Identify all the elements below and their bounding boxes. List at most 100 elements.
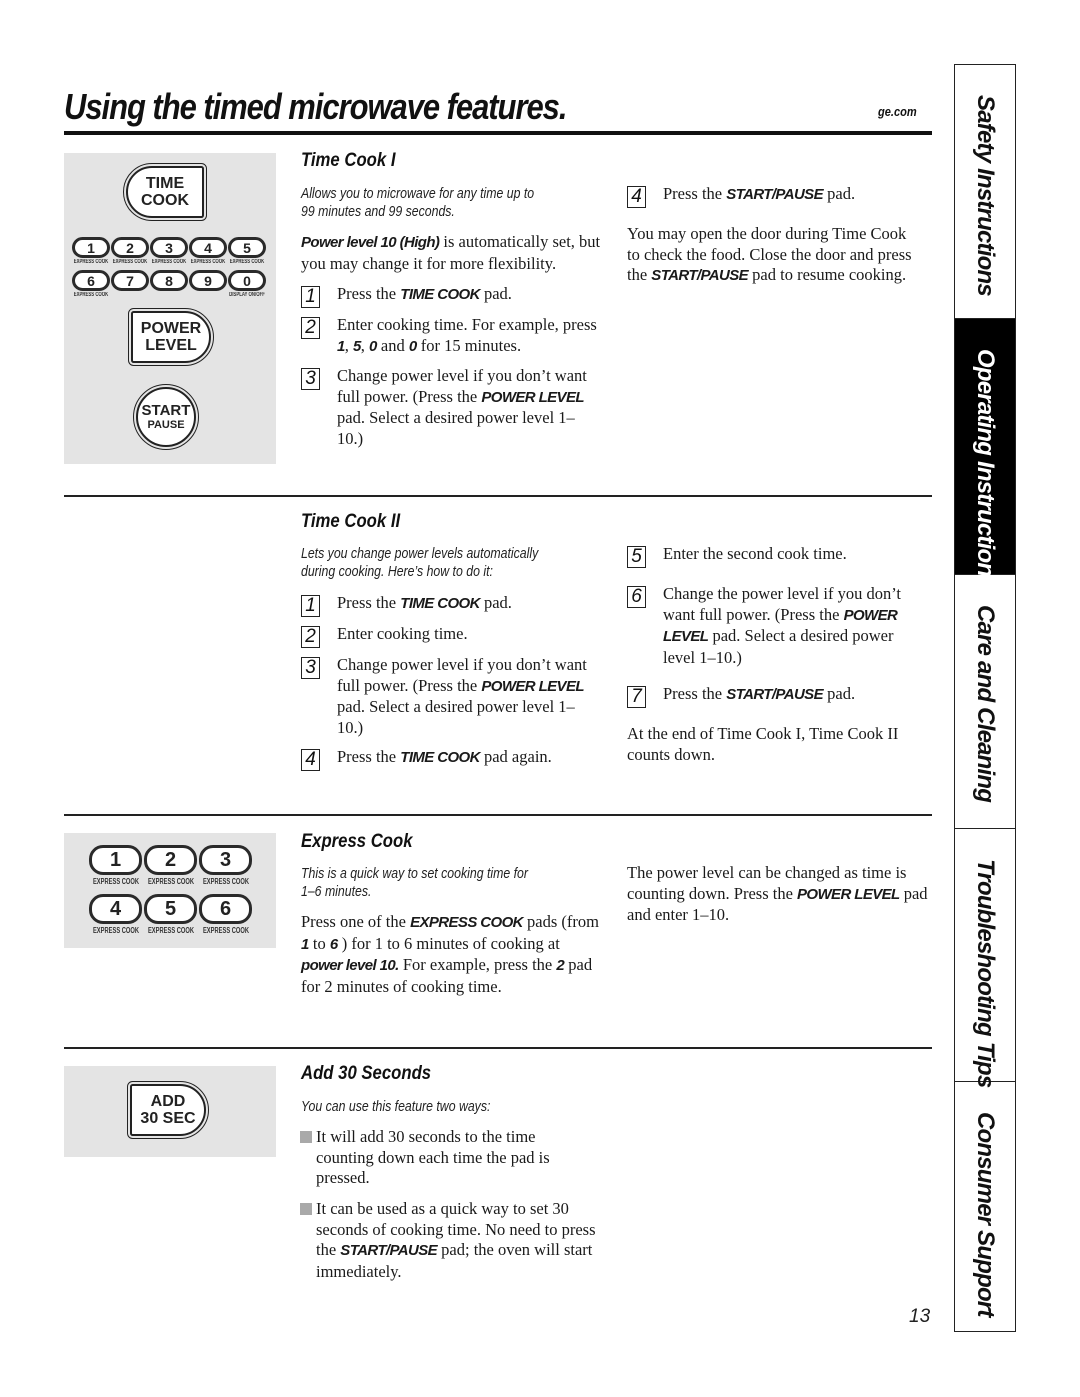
key-caption: EXPRESS COOK xyxy=(190,259,226,265)
power-level-pad[interactable]: POWER LEVEL xyxy=(128,308,214,366)
keyword: 2 xyxy=(556,957,565,974)
time-cook-pad[interactable]: TIME COOK xyxy=(123,163,207,221)
key-digit: 1 xyxy=(87,239,95,256)
step-number-badge: 4 xyxy=(627,186,646,208)
keyword: 1 xyxy=(337,337,345,355)
section-heading-add-30-seconds: Add 30 Seconds xyxy=(301,1063,432,1084)
section-intro: Allows you to microwave for any time up … xyxy=(301,185,572,221)
key-digit: 5 xyxy=(164,897,177,920)
tab-operating-instructions[interactable]: Operating Instructions xyxy=(955,319,1015,589)
page-title: Using the timed microwave features. xyxy=(64,86,567,127)
section-heading-time-cook-1: Time Cook I xyxy=(301,150,396,171)
tab-safety-instructions[interactable]: Safety Instructions xyxy=(955,65,1015,319)
keypad-illustration-express: 1 2 3 EXPRESS COOK EXPRESS COOK EXPRESS … xyxy=(64,833,276,948)
text: Press the xyxy=(663,184,727,203)
key-caption: EXPRESS COOK xyxy=(92,926,140,935)
text: For example, press the xyxy=(398,955,557,974)
number-key-1[interactable]: 1 xyxy=(72,237,110,258)
intro-line: 99 minutes and 99 seconds. xyxy=(301,203,455,220)
text: pad again. xyxy=(479,747,552,766)
number-key-8[interactable]: 8 xyxy=(150,270,188,291)
key-digit: 0 xyxy=(243,272,251,289)
express-key-6[interactable]: 6 xyxy=(199,894,252,924)
step-number-badge: 1 xyxy=(301,595,320,617)
section-divider xyxy=(64,495,932,497)
express-key-5[interactable]: 5 xyxy=(144,894,197,924)
step-text: Change power level if you don’t want ful… xyxy=(337,655,595,738)
key-caption: EXPRESS COOK xyxy=(202,926,250,935)
tab-consumer-support[interactable]: Consumer Support xyxy=(955,1082,1015,1331)
site-link[interactable]: ge.com xyxy=(878,104,917,119)
step-item: 4 Press the START/PAUSE pad. xyxy=(627,184,927,208)
key-digit: 2 xyxy=(164,848,177,871)
key-caption: EXPRESS COOK xyxy=(73,292,109,298)
keyword: EXPRESS COOK xyxy=(410,914,523,931)
key-caption: EXPRESS COOK xyxy=(112,259,148,265)
key-digit: 5 xyxy=(243,239,251,256)
section-divider xyxy=(64,814,932,816)
tab-care-and-cleaning[interactable]: Care and Cleaning xyxy=(955,575,1015,829)
key-digit: 7 xyxy=(126,272,134,289)
express-cook-note: The power level can be changed as time i… xyxy=(627,863,937,926)
step-text: Enter the second cook time. xyxy=(663,544,847,563)
step-number-badge: 1 xyxy=(301,286,320,308)
express-key-1[interactable]: 1 xyxy=(89,845,142,875)
intro-line: during cooking. Here’s how to do it: xyxy=(301,563,493,580)
door-note: You may open the door during Time Cook t… xyxy=(627,224,917,287)
step-item: 7 Press the START/PAUSE pad. xyxy=(627,684,927,708)
key-digit: 9 xyxy=(204,272,212,289)
number-key-5[interactable]: 5 xyxy=(228,237,266,258)
step-number-badge: 4 xyxy=(301,749,320,771)
text: pad. xyxy=(823,184,856,203)
bullet-item: It can be used as a quick way to set 30 … xyxy=(300,1199,600,1282)
keyword: START/PAUSE xyxy=(726,186,823,203)
number-key-2[interactable]: 2 xyxy=(111,237,149,258)
tab-label: Operating Instructions xyxy=(972,349,999,589)
text: pad to resume cooking. xyxy=(748,265,907,284)
add-30-sec-pad[interactable]: ADD 30 SEC xyxy=(127,1081,209,1139)
text: Enter cooking time. For example, press xyxy=(337,315,597,334)
step-text: Press the TIME COOK pad again. xyxy=(337,747,552,771)
key-caption: EXPRESS COOK xyxy=(147,877,195,886)
tab-label: Troubleshooting Tips xyxy=(972,859,999,1088)
express-key-4[interactable]: 4 xyxy=(89,894,142,924)
step-item: 4 Press the TIME COOK pad again. xyxy=(301,747,601,771)
express-key-2[interactable]: 2 xyxy=(144,845,197,875)
text: , xyxy=(344,335,353,355)
keypad-illustration-add30: ADD 30 SEC xyxy=(64,1066,276,1157)
bullet-square-icon xyxy=(300,1203,312,1215)
text: pad. Select a desired power level 1–10.) xyxy=(337,408,575,448)
start-pause-pad[interactable]: START PAUSE xyxy=(133,384,199,450)
key-digit: 4 xyxy=(204,239,212,256)
express-cook-body: Press one of the EXPRESS COOK pads (from… xyxy=(301,912,599,997)
number-key-0[interactable]: 0 xyxy=(228,270,266,291)
intro-line: This is a quick way to set cooking time … xyxy=(301,865,528,882)
page-number: 13 xyxy=(909,1306,931,1327)
express-key-3[interactable]: 3 xyxy=(199,845,252,875)
step-number-badge: 6 xyxy=(627,586,646,608)
key-caption: DISPLAY ON/OFF xyxy=(229,292,265,298)
pad-label: PAUSE xyxy=(147,418,185,431)
number-key-4[interactable]: 4 xyxy=(189,237,227,258)
tab-troubleshooting-tips[interactable]: Troubleshooting Tips xyxy=(955,829,1015,1088)
step-item: 5 Enter the second cook time. xyxy=(627,544,927,568)
text: pad. Select a desired power level 1–10.) xyxy=(337,697,575,737)
key-caption: EXPRESS COOK xyxy=(202,877,250,886)
number-key-9[interactable]: 9 xyxy=(189,270,227,291)
intro-line: Allows you to microwave for any time up … xyxy=(301,185,535,202)
step-text: Press the START/PAUSE pad. xyxy=(663,184,855,208)
step-item: 6 Change the power level if you don’t wa… xyxy=(627,584,927,668)
step-number-badge: 5 xyxy=(627,546,646,568)
step-text: Enter cooking time. For example, press 1… xyxy=(337,315,597,357)
keyword: START/PAUSE xyxy=(651,267,749,284)
number-key-6[interactable]: 6 xyxy=(72,270,110,291)
number-key-3[interactable]: 3 xyxy=(150,237,188,258)
step-text: Press the TIME COOK pad. xyxy=(337,284,512,308)
text: ) for 1 to 6 minutes of cooking at xyxy=(337,933,560,953)
number-key-7[interactable]: 7 xyxy=(111,270,149,291)
text: Press the xyxy=(337,284,401,303)
keyword: 0 xyxy=(369,337,377,355)
keyword: 1 xyxy=(301,935,309,953)
section-divider xyxy=(64,1047,932,1049)
keyword: TIME COOK xyxy=(400,286,480,303)
